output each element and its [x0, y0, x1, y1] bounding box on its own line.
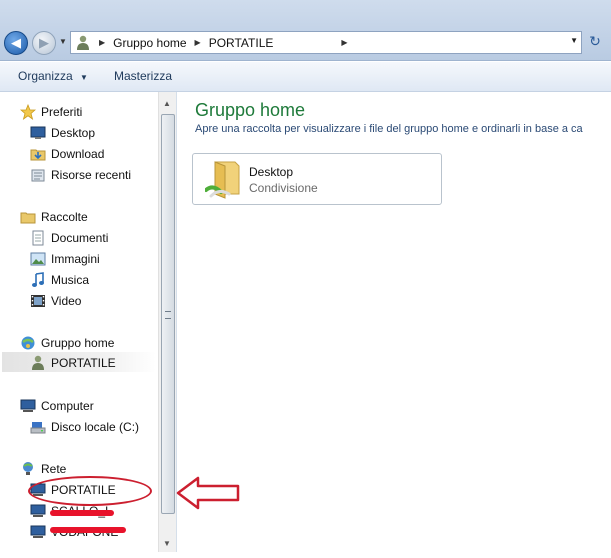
sidebar-homegroup[interactable]: Gruppo home — [20, 334, 114, 352]
sidebar-item-label: Disco locale (C:) — [51, 420, 140, 434]
sidebar-item-local-disk[interactable]: Disco locale (C:) — [30, 418, 139, 436]
music-icon — [30, 272, 46, 288]
download-folder-icon — [30, 146, 46, 162]
drive-icon — [30, 419, 46, 435]
computer-icon — [20, 398, 36, 414]
breadcrumb-gruppo-home[interactable]: Gruppo home — [113, 36, 186, 50]
sidebar-item-download[interactable]: Download — [30, 145, 104, 163]
sidebar-item-label: Risorse recenti — [51, 168, 132, 182]
redacted-area — [273, 35, 334, 50]
sidebar-item-music[interactable]: Musica — [30, 271, 89, 289]
desktop-icon — [30, 125, 46, 141]
pictures-icon — [30, 251, 46, 267]
sidebar-item-recent-places[interactable]: Risorse recenti — [30, 166, 131, 184]
network-computer-icon — [30, 524, 46, 540]
refresh-icon: ↻ — [589, 33, 601, 49]
burn-button[interactable]: Masterizza — [114, 69, 172, 83]
command-bar: Organizza ▼ Masterizza — [0, 62, 611, 92]
sidebar-item-label: Immagini — [51, 252, 100, 266]
scroll-up-arrow-icon[interactable]: ▲ — [161, 96, 173, 110]
sidebar-item-desktop[interactable]: Desktop — [30, 124, 95, 142]
sidebar-item-video[interactable]: Video — [30, 292, 81, 310]
back-button[interactable]: ◀ — [4, 31, 28, 55]
sidebar-network-label: Rete — [41, 462, 67, 476]
sidebar-item-documents[interactable]: Documenti — [30, 229, 108, 247]
sidebar-item-label: Documenti — [51, 231, 109, 245]
libraries-icon — [20, 209, 36, 225]
breadcrumb-chevron-icon[interactable]: ▶ — [341, 38, 347, 47]
sidebar-favorites-label: Preferiti — [41, 105, 83, 119]
refresh-button[interactable]: ↻ — [584, 31, 606, 52]
user-icon — [30, 355, 46, 371]
recent-pages-dropdown-icon[interactable]: ▼ — [59, 37, 67, 46]
sidebar-favorites[interactable]: Preferiti — [20, 103, 82, 121]
page-title: Gruppo home — [195, 100, 306, 120]
share-subtitle: Condivisione — [249, 181, 318, 195]
back-arrow-icon: ◀ — [11, 35, 21, 50]
documents-icon — [30, 230, 46, 246]
grip-icon — [165, 311, 171, 319]
annotation-arrow-icon — [176, 476, 240, 510]
blurred-background — [30, 8, 590, 24]
sidebar-scrollbar[interactable]: ▲ ▼ — [158, 92, 176, 552]
organize-button[interactable]: Organizza ▼ — [18, 69, 88, 83]
sidebar-computer-label: Computer — [41, 399, 94, 413]
breadcrumb-chevron-icon[interactable]: ▶ — [99, 38, 105, 47]
page-description: Apre una raccolta per visualizzare i fil… — [195, 123, 583, 135]
shared-folder-icon — [204, 160, 241, 203]
homegroup-user-icon — [75, 35, 91, 51]
network-computer-icon — [30, 503, 46, 519]
breadcrumb-portatile[interactable]: PORTATILE — [209, 36, 274, 50]
breadcrumb-chevron-icon[interactable]: ▶ — [195, 38, 201, 47]
sidebar-homegroup-label: Gruppo home — [41, 336, 115, 350]
homegroup-icon — [20, 335, 36, 351]
annotation-ellipse — [28, 476, 152, 506]
forward-arrow-icon: ▶ — [39, 35, 49, 50]
sidebar-item-label: Desktop — [51, 126, 96, 140]
star-icon — [20, 104, 36, 120]
chevron-down-icon: ▼ — [80, 73, 88, 82]
burn-label: Masterizza — [114, 69, 173, 83]
forward-button[interactable]: ▶ — [32, 31, 56, 55]
sidebar-network[interactable]: Rete — [20, 460, 66, 478]
sidebar-computer[interactable]: Computer — [20, 397, 94, 415]
network-icon — [20, 461, 36, 477]
scroll-down-arrow-icon[interactable]: ▼ — [161, 536, 173, 550]
recent-places-icon — [30, 167, 46, 183]
address-bar[interactable]: ▶ Gruppo home ▶ PORTATILE ▶ ▼ — [70, 31, 582, 54]
sidebar-item-label: Download — [51, 147, 105, 161]
address-toolbar: ◀ ▶ ▼ ▶ Gruppo home ▶ PORTATILE ▶ ▼ ↻ — [0, 0, 611, 61]
redaction-mark — [50, 510, 114, 516]
sidebar-item-pictures[interactable]: Immagini — [30, 250, 100, 268]
sidebar-libraries[interactable]: Raccolte — [20, 208, 88, 226]
redaction-mark — [50, 527, 126, 533]
sidebar-item-label: Video — [51, 294, 82, 308]
sidebar-item-homegroup-portatile[interactable]: PORTATILE — [30, 354, 116, 372]
sidebar-item-label: PORTATILE — [51, 356, 116, 370]
sidebar-item-label: Musica — [51, 273, 90, 287]
share-name: Desktop — [249, 165, 294, 179]
organize-label: Organizza — [18, 69, 73, 83]
sidebar-libraries-label: Raccolte — [41, 210, 88, 224]
video-icon — [30, 293, 46, 309]
scrollbar-thumb[interactable] — [161, 114, 175, 514]
share-tile-desktop[interactable]: Desktop Condivisione — [192, 153, 442, 205]
address-dropdown-icon[interactable]: ▼ — [570, 36, 578, 45]
